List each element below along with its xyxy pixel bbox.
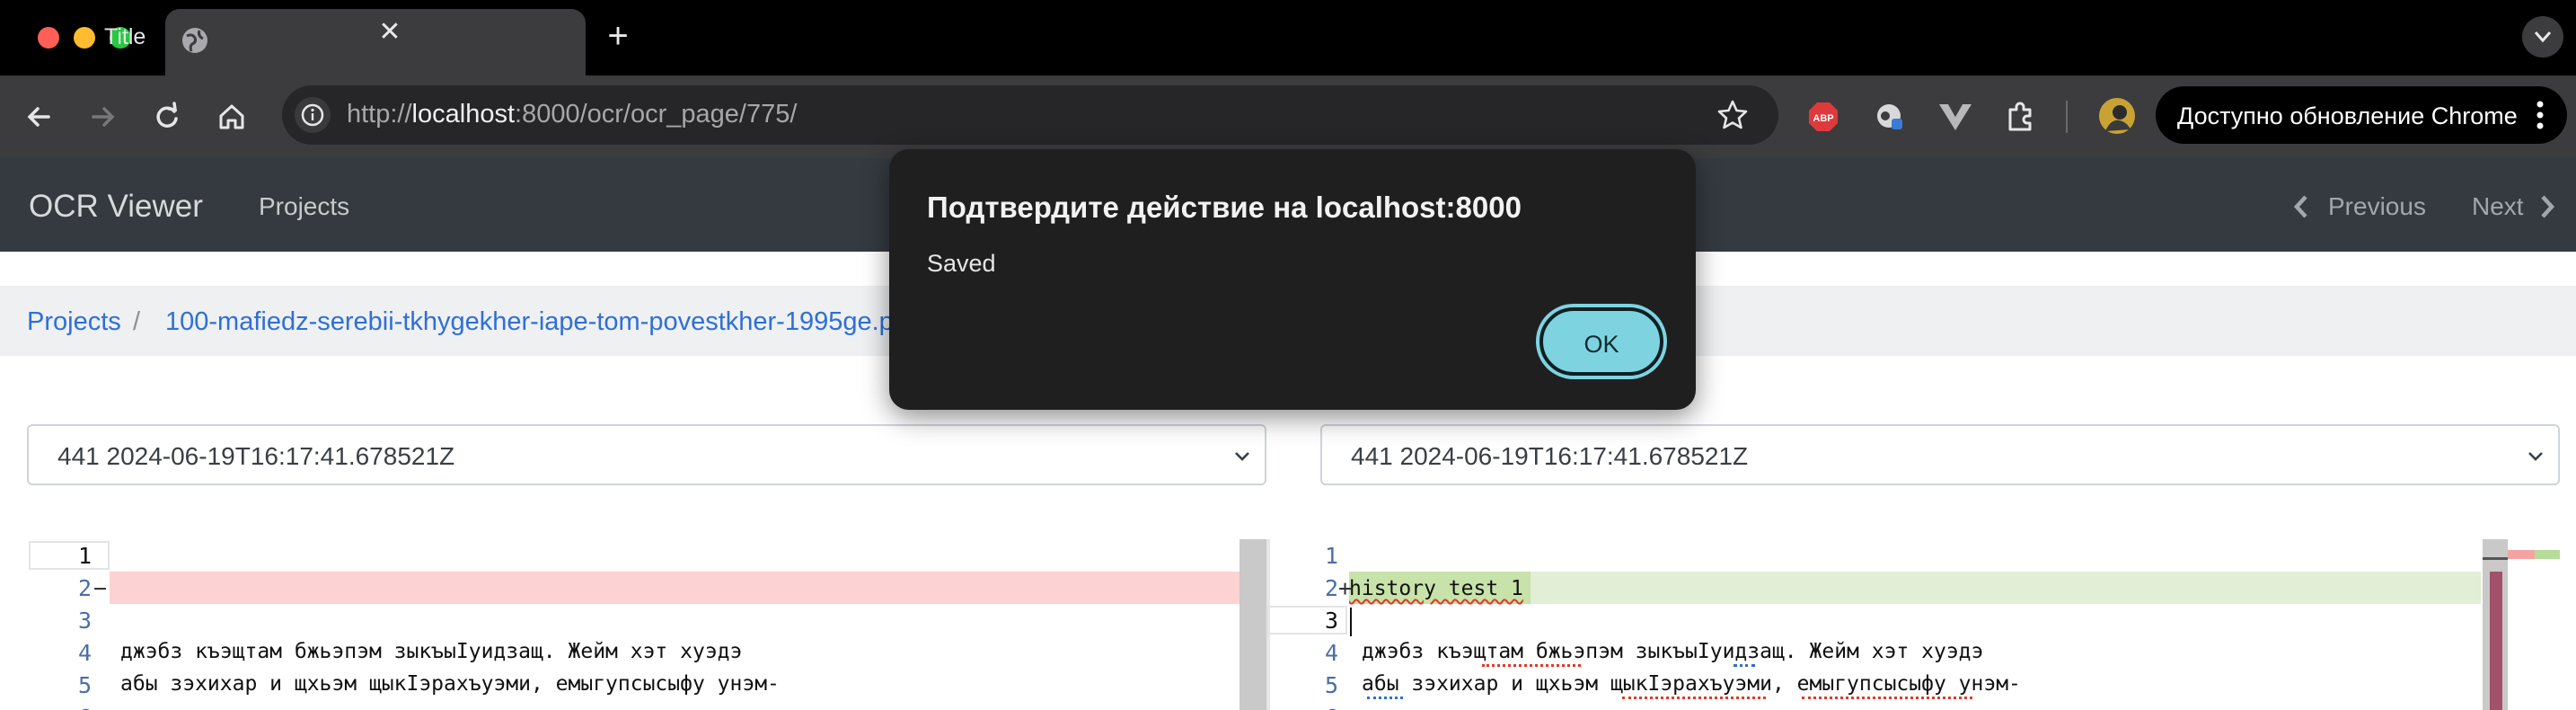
code-line: абы зэхихар и щхьэм щыкIэрахъуэми, емыгу… bbox=[120, 672, 780, 696]
window-close-button[interactable] bbox=[38, 27, 59, 49]
spellcheck-squiggle bbox=[1622, 696, 1766, 699]
vue-devtools-icon[interactable] bbox=[1938, 102, 1972, 131]
right-gutter: 1 2 3 4 5 6 bbox=[1266, 539, 1338, 710]
spellcheck-squiggle bbox=[1802, 696, 1972, 699]
line-number: 3 bbox=[77, 608, 92, 634]
spellcheck-squiggle bbox=[1482, 663, 1581, 667]
tab-search-button[interactable] bbox=[2522, 16, 2563, 58]
window-minimize-button[interactable] bbox=[74, 27, 95, 49]
code-line: джэбз къэщтам бжьэпэм зыкъыIуидзащ. Жейм… bbox=[1362, 640, 1984, 663]
site-info-icon[interactable] bbox=[293, 95, 332, 135]
left-gutter: 1 2 3 4 5 6 bbox=[27, 539, 92, 710]
home-icon bbox=[219, 104, 244, 129]
url-text: http://localhost:8000/ocr/ocr_page/775/ bbox=[347, 100, 798, 129]
added-code-line: history test 1 bbox=[1349, 577, 1523, 600]
reload-icon bbox=[156, 102, 178, 128]
line-number: 3 bbox=[1324, 608, 1338, 634]
next-label: Next bbox=[2472, 192, 2524, 220]
chevron-right-icon bbox=[2541, 195, 2555, 218]
text-cursor bbox=[1350, 608, 1352, 636]
code-line: абы зэхихар и щхьэм щыкIэрахъуэми, емыгу… bbox=[1362, 672, 2021, 696]
line-number: 6 bbox=[27, 705, 92, 710]
diff-overview-marker bbox=[2490, 572, 2502, 710]
dialog-title: Подтвердите действие на localhost:8000 bbox=[927, 191, 1522, 224]
line-number: 4 bbox=[1324, 640, 1338, 666]
breadcrumb-projects-link[interactable]: Projects bbox=[27, 307, 121, 337]
overview-cursor-line bbox=[2483, 557, 2508, 560]
right-version-select[interactable]: 441 2024-06-19T16:17:41.678521Z bbox=[1320, 424, 2560, 485]
bookmark-star-icon[interactable] bbox=[1716, 98, 1750, 132]
tab-title: Title bbox=[104, 24, 146, 49]
nav-projects-link[interactable]: Projects bbox=[259, 192, 349, 221]
adblock-icon[interactable]: ABP bbox=[1807, 101, 1839, 133]
svg-text:ABP: ABP bbox=[1813, 113, 1833, 124]
arrow-right-icon bbox=[92, 107, 115, 127]
code-line: джэбз къэщтам бжьэпэм зыкъыIуидзащ. Жейм… bbox=[120, 640, 743, 663]
diff-overview-removed bbox=[2508, 550, 2535, 559]
chrome-update-label: Доступно обновление Chrome bbox=[2177, 102, 2518, 129]
breadcrumb-separator: / bbox=[133, 307, 141, 336]
line-number: 6 bbox=[1266, 705, 1338, 710]
back-button[interactable] bbox=[16, 93, 63, 140]
line-number: 2 bbox=[77, 575, 92, 601]
forward-button[interactable] bbox=[79, 93, 126, 140]
removed-line-marker: − bbox=[93, 575, 108, 601]
spellcheck-squiggle bbox=[1734, 663, 1755, 667]
diff-overview-added bbox=[2535, 550, 2560, 559]
line-number: 1 bbox=[1324, 543, 1338, 569]
extensions-icon[interactable] bbox=[2003, 99, 2039, 135]
arrow-left-icon bbox=[27, 107, 50, 127]
right-version-value: 441 2024-06-19T16:17:41.678521Z bbox=[1351, 442, 1749, 470]
more-vert-icon bbox=[2536, 101, 2544, 129]
profile-avatar[interactable] bbox=[2098, 97, 2136, 135]
globe-icon bbox=[182, 28, 207, 53]
next-page-link[interactable]: Next bbox=[2472, 192, 2524, 221]
navbar-brand[interactable]: OCR Viewer bbox=[29, 189, 203, 225]
removed-line-highlight bbox=[110, 572, 1266, 604]
line-number: 5 bbox=[77, 672, 92, 698]
ok-button[interactable]: OK bbox=[1539, 307, 1663, 376]
home-button[interactable] bbox=[208, 93, 255, 140]
right-diff-editor[interactable]: 1 2 3 4 5 6 + history test 1 джэбз къэщт… bbox=[1266, 539, 2576, 710]
left-version-select[interactable]: 441 2024-06-19T16:17:41.678521Z bbox=[27, 424, 1266, 485]
reload-button[interactable] bbox=[144, 93, 190, 140]
chevron-down-icon bbox=[1235, 452, 1249, 461]
breadcrumb-file-link[interactable]: 100-mafiedz-serebii-tkhygekher-iape-tom-… bbox=[165, 307, 908, 337]
tab-close-icon[interactable]: ✕ bbox=[374, 16, 406, 49]
dialog-message: Saved bbox=[927, 250, 996, 277]
ok-button-label: OK bbox=[1584, 331, 1619, 358]
password-icon[interactable] bbox=[1874, 101, 1906, 133]
previous-page-link[interactable]: Previous bbox=[2292, 192, 2426, 221]
chevron-down-icon bbox=[2528, 452, 2543, 461]
line-number: 1 bbox=[77, 543, 92, 569]
chevron-down-icon bbox=[2534, 31, 2552, 43]
left-diff-editor[interactable]: 1 2 3 4 5 6 − джэбз къэщтам бжьэпэм зыкъ… bbox=[27, 539, 1266, 710]
spellcheck-squiggle bbox=[1367, 696, 1403, 699]
line-number: 2 bbox=[1324, 575, 1338, 601]
line-number: 4 bbox=[77, 640, 92, 666]
left-editor-scrollbar[interactable] bbox=[1239, 539, 1266, 710]
line-number: 5 bbox=[1324, 672, 1338, 698]
new-tab-icon[interactable]: + bbox=[600, 18, 636, 54]
left-version-value: 441 2024-06-19T16:17:41.678521Z bbox=[57, 442, 455, 470]
previous-label: Previous bbox=[2328, 192, 2426, 220]
toolbar-divider bbox=[2066, 101, 2068, 133]
